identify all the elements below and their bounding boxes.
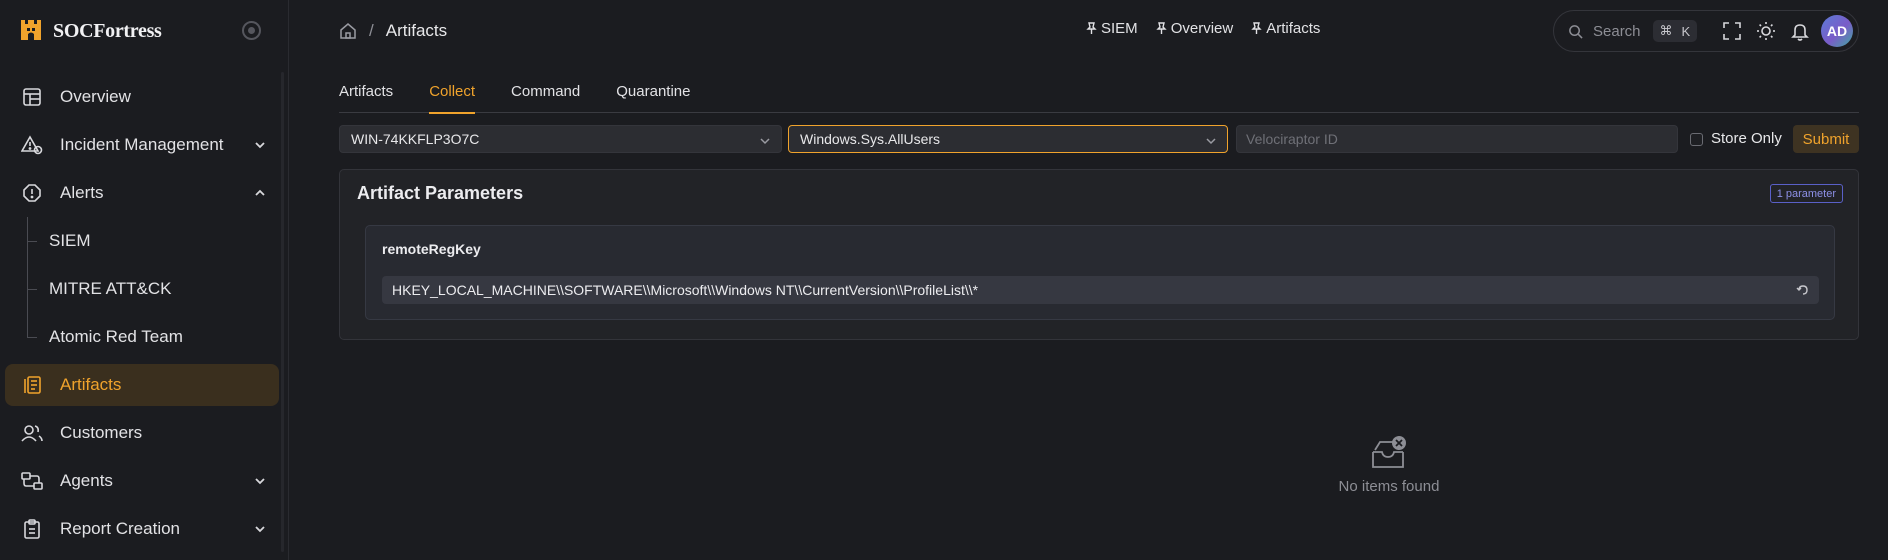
sidebar-item-label: Artifacts [60,375,122,394]
agents-icon [21,470,43,492]
sidebar: SOCFortress Overview Incident Management [0,0,289,560]
home-icon[interactable] [339,22,357,40]
pinned-links: SIEM Overview Artifacts [1086,20,1320,37]
parameter-value: HKEY_LOCAL_MACHINE\\SOFTWARE\\Microsoft\… [392,282,979,298]
pinned-link-label: SIEM [1101,20,1138,37]
pin-icon [1251,22,1262,34]
tab-artifacts[interactable]: Artifacts [339,78,393,113]
empty-state: No items found [1289,434,1489,495]
sidebar-item-atomic-red-team[interactable]: Atomic Red Team [27,313,284,361]
store-only-checkbox[interactable] [1690,133,1703,146]
parameter-card: remoteRegKey HKEY_LOCAL_MACHINE\\SOFTWAR… [365,225,1835,320]
submit-button[interactable]: Submit [1793,125,1859,153]
sidebar-item-artifacts[interactable]: Artifacts [5,364,279,406]
pin-icon [1086,22,1097,34]
parameter-value-input[interactable]: HKEY_LOCAL_MACHINE\\SOFTWARE\\Microsoft\… [382,276,1819,304]
user-avatar[interactable]: AD [1821,15,1853,47]
velociraptor-id-placeholder: Velociraptor ID [1246,131,1338,147]
sidebar-item-customers[interactable]: Customers [5,409,279,457]
breadcrumb-separator: / [369,21,374,40]
sidebar-item-label: Customers [60,423,143,442]
empty-state-text: No items found [1338,478,1440,495]
agent-select[interactable]: WIN-74KKFLP3O7C [339,125,782,153]
chevron-down-icon [255,526,265,533]
pinned-link-label: Artifacts [1266,20,1321,37]
artifact-select[interactable]: Windows.Sys.AllUsers [788,125,1228,153]
sidebar-item-agents[interactable]: Agents [5,457,279,505]
reset-icon[interactable] [1796,283,1810,297]
main-content: / Artifacts SIEM Overview Artifacts Sear… [289,0,1888,560]
tab-quarantine[interactable]: Quarantine [616,78,690,113]
chevron-down-icon [255,478,265,485]
pinned-link-label: Overview [1170,20,1234,37]
sidebar-item-overview[interactable]: Overview [5,73,279,121]
velociraptor-id-input[interactable]: Velociraptor ID [1236,125,1678,153]
collect-form: WIN-74KKFLP3O7C Windows.Sys.AllUsers Vel… [339,125,1859,153]
empty-inbox-icon [1370,434,1408,472]
socfortress-logo-icon [18,18,44,44]
sidebar-item-mitre[interactable]: MITRE ATT&CK [27,265,284,313]
artifact-select-value: Windows.Sys.AllUsers [800,131,941,147]
tab-collect[interactable]: Collect [429,78,475,114]
artifacts-icon [21,374,43,396]
pinned-link-overview[interactable]: Overview [1155,20,1234,37]
sidebar-item-report-creation[interactable]: Report Creation [5,505,279,553]
brand-name: SOCFortress [53,19,162,42]
fullscreen-icon[interactable] [1722,21,1742,41]
parameter-name: remoteRegKey [382,241,481,257]
sidebar-item-alerts[interactable]: Alerts [5,169,279,217]
pin-icon [1155,22,1167,34]
sidebar-item-incident-management[interactable]: Incident Management [5,121,279,169]
sidebar-nav: Overview Incident Management Alerts SIEM [0,73,284,553]
shortcut-key: K [1681,23,1691,39]
breadcrumb-current: Artifacts [385,21,448,40]
search-shortcut: ⌘ K [1652,20,1698,42]
chevron-up-icon [255,189,265,196]
chevron-down-icon [255,142,265,149]
sidebar-item-label: Alerts [60,183,104,202]
sidebar-item-label: Report Creation [60,519,181,538]
pinned-link-siem[interactable]: SIEM [1086,20,1138,37]
artifact-tabs: Artifacts Collect Command Quarantine [339,78,1859,114]
tab-command[interactable]: Command [511,78,580,113]
alerts-submenu: SIEM MITRE ATT&CK Atomic Red Team [27,217,284,361]
agent-select-value: WIN-74KKFLP3O7C [351,131,480,147]
shortcut-modifier: ⌘ [1659,23,1673,38]
search-icon [1569,24,1583,39]
sidebar-item-label: Agents [60,471,113,490]
theme-toggle-icon[interactable] [1756,21,1776,41]
panel-title: Artifact Parameters [357,183,524,203]
customers-icon [21,422,43,444]
artifact-parameters-panel: Artifact Parameters 1 parameter remoteRe… [339,169,1859,340]
sidebar-collapse-toggle[interactable] [242,21,261,40]
notifications-bell-icon[interactable] [1790,21,1810,41]
dashboard-icon [21,86,43,108]
report-icon [21,518,43,540]
chevron-down-icon [760,138,770,145]
alert-icon [21,182,43,204]
chevron-down-icon [1206,138,1216,145]
sidebar-item-siem[interactable]: SIEM [27,217,284,265]
parameter-count-badge: 1 parameter [1769,184,1843,203]
incident-icon [21,134,43,156]
search-box[interactable]: Search ⌘ K [1553,10,1859,52]
sidebar-item-label: Overview [60,87,131,106]
store-only-label[interactable]: Store Only [1711,130,1782,147]
search-placeholder: Search [1593,22,1641,40]
topbar: / Artifacts SIEM Overview Artifacts Sear… [289,0,1888,62]
sidebar-item-label: Incident Management [60,135,224,154]
pinned-link-artifacts[interactable]: Artifacts [1251,20,1320,37]
